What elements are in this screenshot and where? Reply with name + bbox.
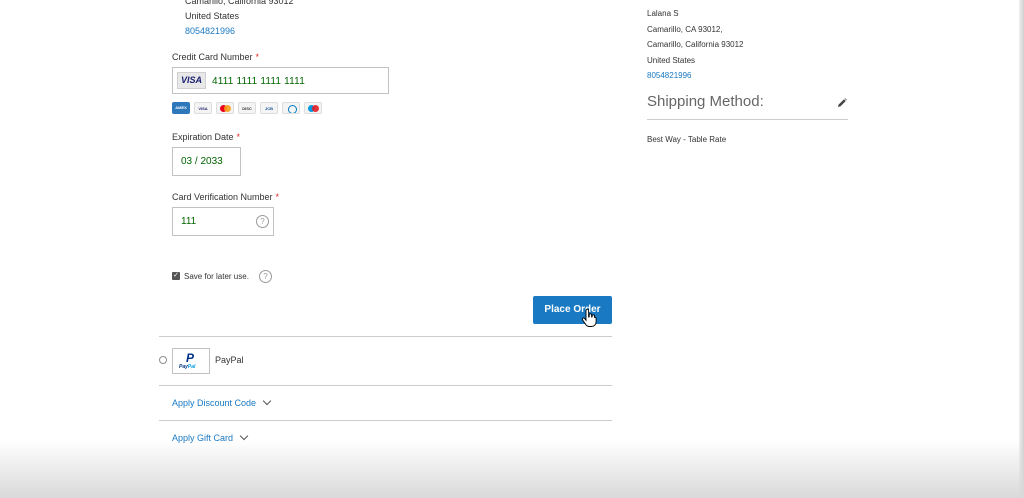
ship-to-name: Lalana S (647, 9, 679, 18)
discover-icon: DISC (238, 102, 256, 114)
cvv-help-icon[interactable]: ? (256, 215, 269, 228)
paypal-logo-icon: P PayPal (172, 348, 210, 374)
shipping-divider (647, 119, 848, 120)
expiration-label-text: Expiration Date (172, 132, 234, 142)
billing-address: Camarillo, California 93012 United State… (185, 0, 294, 39)
visa-icon: VISA (194, 102, 212, 114)
ship-to-phone-link[interactable]: 8054821996 (647, 68, 744, 84)
bottom-shadow (0, 440, 1024, 498)
cc-number-value: 4111 1111 1111 1111 (212, 76, 305, 87)
billing-country: United States (185, 11, 240, 21)
divider (159, 420, 612, 421)
expiration-date-input[interactable]: 03 / 2033 (172, 147, 241, 176)
paypal-wordmark: PayPal (179, 364, 195, 370)
amex-icon: AMEX (172, 102, 190, 114)
ship-to-address: Lalana S Camarillo, CA 93012, Camarillo,… (647, 6, 744, 84)
divider (159, 385, 612, 386)
ship-to-city-line: Camarillo, California 93012 (647, 40, 744, 49)
shipping-method-value: Best Way - Table Rate (647, 135, 727, 144)
window-edge (1019, 0, 1024, 498)
apply-discount-label: Apply Discount Code (172, 398, 257, 408)
paypal-wordmark-pay: Pay (179, 364, 188, 370)
expiration-label: Expiration Date * (172, 132, 240, 142)
required-mark: * (275, 192, 280, 202)
checkout-page: Camarillo, California 93012 United State… (0, 0, 1024, 498)
save-for-later-label[interactable]: Save for later use. (184, 272, 249, 281)
cc-number-label: Credit Card Number * (172, 52, 259, 62)
cvv-label: Card Verification Number * (172, 192, 279, 202)
accepted-card-types: AMEX VISA DISC JCB (172, 102, 322, 114)
divider (159, 336, 612, 337)
place-order-button[interactable]: Place Order (533, 296, 612, 324)
diners-icon (282, 102, 300, 114)
mastercard-icon (216, 102, 234, 114)
apply-discount-toggle[interactable]: Apply Discount Code (172, 396, 272, 408)
required-mark: * (236, 132, 241, 142)
paypal-radio[interactable] (159, 356, 167, 364)
chevron-down-icon (262, 396, 272, 406)
paypal-p-glyph: P (186, 351, 195, 365)
chevron-down-icon (239, 431, 249, 441)
ship-to-country: United States (647, 55, 696, 65)
billing-city-line: Camarillo, California 93012 (185, 0, 294, 6)
shipping-method-title: Shipping Method: (647, 93, 764, 110)
visa-card-type-icon: VISA (177, 72, 206, 89)
cc-number-input[interactable]: VISA 4111 1111 1111 1111 (172, 67, 389, 94)
jcb-icon: JCB (260, 102, 278, 114)
cc-number-label-text: Credit Card Number (172, 52, 253, 62)
hand-cursor-icon (581, 309, 597, 327)
required-mark: * (255, 52, 260, 62)
paypal-wordmark-pal: Pal (187, 364, 196, 370)
billing-phone-link[interactable]: 8054821996 (185, 24, 294, 39)
maestro-icon (304, 102, 322, 114)
save-for-later-checkbox[interactable]: ✓ (172, 272, 180, 280)
paypal-label[interactable]: PayPal (215, 355, 244, 365)
cvv-label-text: Card Verification Number (172, 192, 273, 202)
pencil-edit-icon[interactable] (837, 98, 847, 108)
save-help-icon[interactable]: ? (259, 270, 272, 283)
ship-to-address-line: Camarillo, CA 93012, (647, 24, 723, 34)
